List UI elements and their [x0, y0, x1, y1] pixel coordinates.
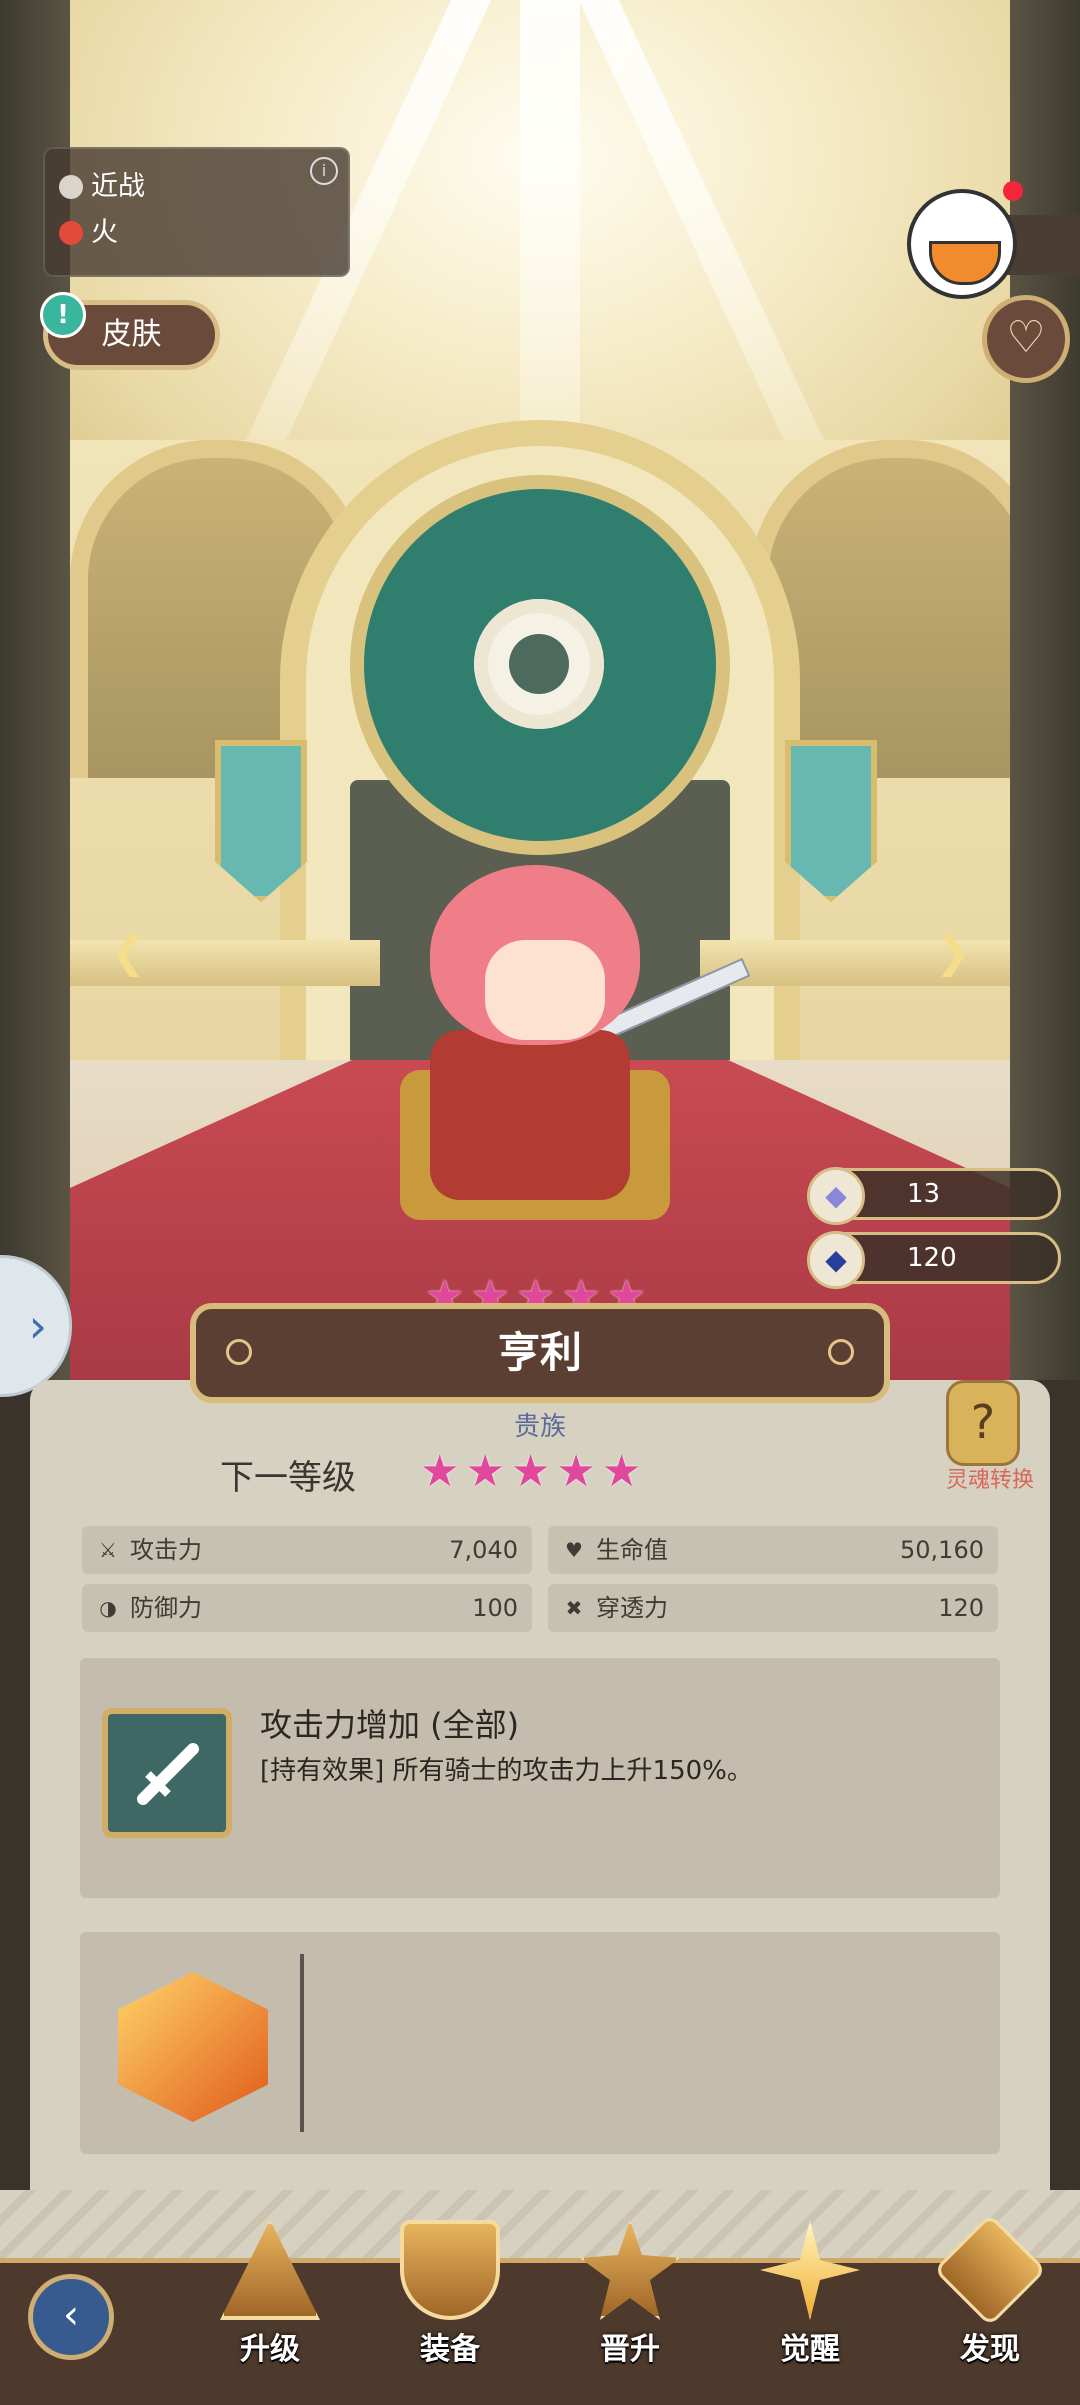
back-button[interactable]: ‹ — [28, 2274, 114, 2360]
class-label: 近战 — [91, 171, 145, 202]
nav-label: 晋升 — [600, 2332, 660, 2367]
promotion-star-icon — [580, 2220, 680, 2320]
nav-equipment[interactable]: 装备 — [375, 2200, 525, 2370]
next-level-stars: ★ ★ ★ ★ ★ — [420, 1450, 641, 1494]
blue-gem-icon: ◆ — [807, 1231, 865, 1289]
prev-view-arrow-icon[interactable]: ❮ — [100, 930, 156, 976]
hero-face — [485, 940, 605, 1040]
soul-transfer-label: 灵魂转换 — [945, 1468, 1034, 1493]
divider — [300, 1954, 304, 2132]
stat-attack: ⚔ 攻击力 7,040 — [82, 1526, 532, 1574]
hero-name: 亨利 — [497, 1328, 582, 1377]
currency-value: 13 — [907, 1179, 941, 1209]
heart-favorite-button[interactable]: ♡ — [982, 295, 1070, 383]
chevron-right-icon: › — [28, 1299, 47, 1353]
stat-value: 120 — [938, 1594, 984, 1622]
hero-attribute-card[interactable]: 近战 火 i — [43, 147, 350, 277]
skin-button-label: 皮肤 — [101, 317, 162, 352]
notification-dot — [1003, 181, 1023, 201]
gear-ornament-icon — [828, 1339, 854, 1365]
element-label: 火 — [91, 217, 118, 248]
upgrade-icon — [220, 2220, 320, 2320]
nav-discover[interactable]: 发现 — [915, 2200, 1065, 2370]
stat-defense: ◑ 防御力 100 — [82, 1584, 532, 1632]
hero-body — [430, 1030, 630, 1200]
nav-label: 发现 — [960, 2332, 1020, 2367]
nav-promotion[interactable]: 晋升 — [555, 2200, 705, 2370]
class-row: 近战 — [59, 167, 145, 207]
currency-value: 120 — [907, 1243, 957, 1273]
stat-label: 穿透力 — [596, 1594, 668, 1622]
rice-bowl-mascot-icon[interactable] — [907, 189, 1017, 299]
nav-label: 装备 — [420, 2332, 480, 2367]
stat-value: 7,040 — [449, 1536, 518, 1564]
dagger-effect-icon — [102, 1708, 232, 1838]
crystal-icon: ◆ — [807, 1167, 865, 1225]
stat-hp: ♥ 生命值 50,160 — [548, 1526, 998, 1574]
effect-title: 攻击力增加 (全部) — [260, 1706, 520, 1744]
awaken-star-icon — [760, 2220, 860, 2320]
question-scroll-icon: ? — [946, 1380, 1020, 1466]
alert-badge-icon: ! — [40, 292, 86, 338]
fire-skill-icon[interactable] — [104, 1958, 282, 2136]
stat-value: 100 — [472, 1594, 518, 1622]
stat-value: 50,160 — [900, 1536, 984, 1564]
currency-blue-gem[interactable]: ◆ 120 — [807, 1231, 1061, 1289]
effect-description: [持有效果] 所有骑士的攻击力上升150%。 — [260, 1756, 753, 1786]
nav-upgrade[interactable]: 升级 — [195, 2200, 345, 2370]
currency-crystal[interactable]: ◆ 13 — [807, 1167, 1061, 1225]
stat-label: 防御力 — [130, 1594, 202, 1622]
element-row: 火 — [59, 213, 118, 253]
hp-icon: ♥ — [565, 1538, 583, 1562]
skill-card — [80, 1932, 1000, 2154]
stat-label: 攻击力 — [130, 1536, 202, 1564]
next-view-arrow-icon[interactable]: ❯ — [925, 930, 981, 976]
soul-transfer-button[interactable]: ? 灵魂转换 — [930, 1380, 1050, 1493]
star-icon: ★ — [510, 1446, 551, 1497]
nav-label: 升级 — [240, 2332, 300, 2367]
next-level-label: 下一等级 — [220, 1458, 356, 1498]
possession-effect-card: 攻击力增加 (全部) [持有效果] 所有骑士的攻击力上升150%。 — [80, 1658, 1000, 1898]
attack-icon: ⚔ — [99, 1538, 117, 1562]
equipment-shield-icon — [400, 2220, 500, 2320]
hero-name-banner: 亨利 — [190, 1303, 890, 1403]
fire-element-icon — [59, 221, 83, 245]
penetration-icon: ✖ — [565, 1596, 583, 1620]
nav-label: 觉醒 — [780, 2332, 840, 2367]
sword-class-icon — [59, 175, 83, 199]
discover-icon — [933, 2213, 1047, 2327]
hero-detail-panel: 贵族 下一等级 ★ ★ ★ ★ ★ ? 灵魂转换 ⚔ 攻击力 7,040 ♥ 生命值 5… — [30, 1380, 1050, 2310]
star-icon: ★ — [465, 1446, 505, 1497]
stat-penetration: ✖ 穿透力 120 — [548, 1584, 998, 1632]
nav-awaken[interactable]: 觉醒 — [735, 2200, 885, 2370]
star-icon: ★ — [556, 1446, 596, 1497]
defense-icon: ◑ — [99, 1596, 117, 1620]
star-icon: ★ — [601, 1446, 642, 1497]
info-icon[interactable]: i — [310, 157, 338, 185]
hero-rarity: 贵族 — [513, 1412, 566, 1442]
star-icon: ★ — [420, 1446, 460, 1497]
stained-glass-window — [350, 475, 730, 855]
stat-label: 生命值 — [596, 1536, 668, 1564]
